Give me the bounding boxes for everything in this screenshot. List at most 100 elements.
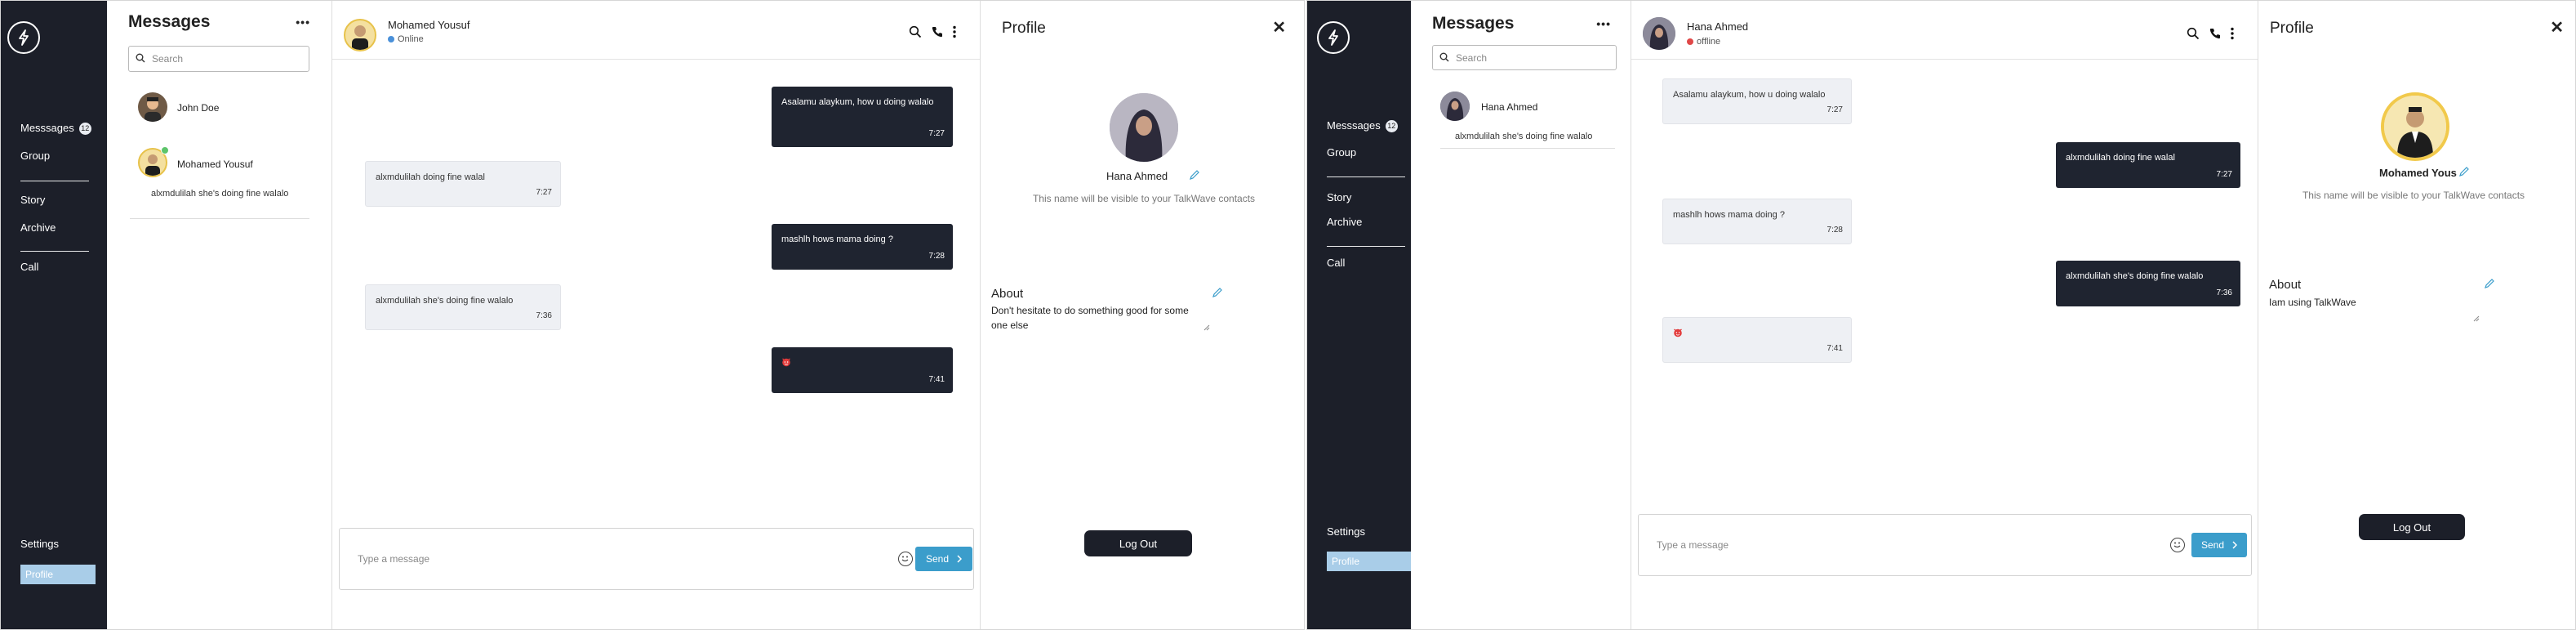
message-bubble: 7:41 [772,347,953,393]
send-button[interactable]: Send [2191,533,2247,557]
nav-profile[interactable]: Profile [1327,552,1411,571]
nav-call[interactable]: Call [1327,257,1345,269]
close-icon[interactable]: ✕ [1272,17,1286,38]
edit-about-pencil-icon[interactable] [2484,278,2495,289]
edit-name-pencil-icon[interactable] [1189,169,1200,181]
search-placeholder: Search [152,53,184,65]
message-bubble: alxmdulilah she's doing fine walalo 7:36 [2056,261,2240,306]
nav-archive[interactable]: Archive [1327,216,1362,228]
profile-name-note: This name will be visible to your TalkWa… [2302,190,2525,201]
list-divider [1440,148,1615,149]
send-label: Send [2200,539,2225,551]
nav-rail: Messsages 12 Group Story Archive Call Set… [1307,1,1411,629]
search-icon[interactable] [909,25,922,38]
edit-about-pencil-icon[interactable] [1212,287,1223,298]
search-input[interactable]: Search [1432,45,1617,70]
chat-contact-name: Hana Ahmed [1687,20,1749,33]
avatar[interactable] [1440,92,1470,121]
contact-name[interactable]: John Doe [177,102,219,114]
nav-archive[interactable]: Archive [20,221,56,234]
conversations-panel: Messages ••• Search John Doe Mohamed You… [107,1,332,629]
profile-title: Profile [1002,20,1046,37]
nav-story[interactable]: Story [1327,191,1351,203]
logout-button[interactable]: Log Out [1084,530,1192,556]
message-text: alxmdulilah doing fine walal [376,172,485,182]
message-input[interactable]: Type a message [358,553,429,565]
send-label: Send [925,553,950,565]
emoji-picker-icon[interactable] [898,552,913,566]
search-icon[interactable] [2187,27,2200,40]
nav-profile[interactable]: Profile [20,565,96,584]
message-bubble: 7:41 [1662,317,1852,363]
message-bubble: Asalamu alaykum, how u doing walalo 7:27 [772,87,953,147]
unread-badge: 12 [78,123,91,136]
message-time: 7:27 [2216,170,2232,179]
edit-name-pencil-icon[interactable] [2458,166,2470,177]
profile-panel: Profile ✕ Hana Ahmed This name will be v… [981,1,1304,629]
nav-group[interactable]: Group [1327,146,1356,159]
message-time: 7:41 [928,375,945,384]
panel-title: Messages [128,12,211,31]
chat-status: Online [388,34,424,44]
textarea-resize-icon[interactable] [2473,315,2480,322]
nav-divider [20,251,89,252]
profile-avatar[interactable] [1110,93,1178,162]
nav-call[interactable]: Call [20,261,38,273]
nav-messages[interactable]: Messsages 12 [1327,119,1398,133]
profile-name: Hana Ahmed [1106,170,1168,182]
about-text[interactable]: Don't hesitate to do something good for … [991,303,1195,333]
offline-dot-icon [1687,38,1693,46]
avatar[interactable] [138,92,167,122]
more-options-icon[interactable]: ••• [1596,17,1611,30]
phone-icon[interactable] [932,26,943,38]
chat-panel: Hana Ahmed offline Asalamu alaykum, how … [1631,1,2258,629]
devil-emoji-icon [1674,328,1682,337]
message-bubble: Asalamu alaykum, how u doing walalo 7:27 [1662,78,1852,124]
message-time: 7:36 [536,311,552,320]
search-input[interactable]: Search [128,46,309,72]
message-composer[interactable]: Type a message Send [339,528,974,590]
more-options-icon[interactable]: ••• [296,16,310,29]
logout-button[interactable]: Log Out [2359,514,2465,540]
message-input[interactable]: Type a message [1657,539,1728,551]
emoji-picker-icon[interactable] [2170,538,2185,552]
profile-name-note: This name will be visible to your TalkWa… [1032,193,1256,204]
message-preview: alxmdulilah she's doing fine walalo [151,189,289,199]
avatar[interactable] [344,19,376,51]
send-button[interactable]: Send [915,547,972,571]
contact-name[interactable]: Hana Ahmed [1481,101,1537,113]
avatar[interactable] [1643,17,1675,50]
chat-header: Hana Ahmed offline [1631,1,2258,60]
textarea-resize-icon[interactable] [1203,324,1210,331]
message-composer[interactable]: Type a message Send [1638,514,2252,576]
phone-icon[interactable] [2209,28,2221,39]
profile-avatar[interactable] [2381,92,2449,161]
close-icon[interactable]: ✕ [2550,17,2564,38]
nav-settings[interactable]: Settings [20,538,59,550]
message-text: alxmdulilah doing fine walal [2066,153,2175,163]
message-bubble: alxmdulilah doing fine walal 7:27 [365,161,561,207]
message-time: 7:27 [536,188,552,197]
talkwave-logo-icon[interactable] [1317,21,1350,54]
chat-contact-name: Mohamed Yousuf [388,19,470,31]
talkwave-logo-icon[interactable] [7,21,40,54]
contact-name[interactable]: Mohamed Yousuf [177,159,253,170]
nav-messages[interactable]: Messsages 12 [20,122,91,136]
message-text: alxmdulilah she's doing fine walalo [2066,271,2204,281]
kebab-menu-icon[interactable] [953,25,956,38]
profile-panel: Profile ✕ Mohamed Yous This name will be… [2258,1,2575,629]
message-text: Asalamu alaykum, how u doing walalo [1673,90,1826,100]
profile-title: Profile [2270,20,2314,37]
message-time: 7:28 [928,252,945,261]
nav-story[interactable]: Story [20,194,45,206]
about-text[interactable]: Iam using TalkWave [2269,295,2473,310]
message-bubble: alxmdulilah doing fine walal 7:27 [2056,142,2240,188]
search-icon [136,53,145,63]
kebab-menu-icon[interactable] [2231,27,2234,40]
panel-title: Messages [1432,14,1515,33]
nav-settings[interactable]: Settings [1327,525,1365,538]
nav-group[interactable]: Group [20,150,50,162]
profile-name: Mohamed Yous [2379,167,2457,179]
message-time: 7:28 [1826,226,1843,235]
chat-status: offline [1687,37,1720,47]
